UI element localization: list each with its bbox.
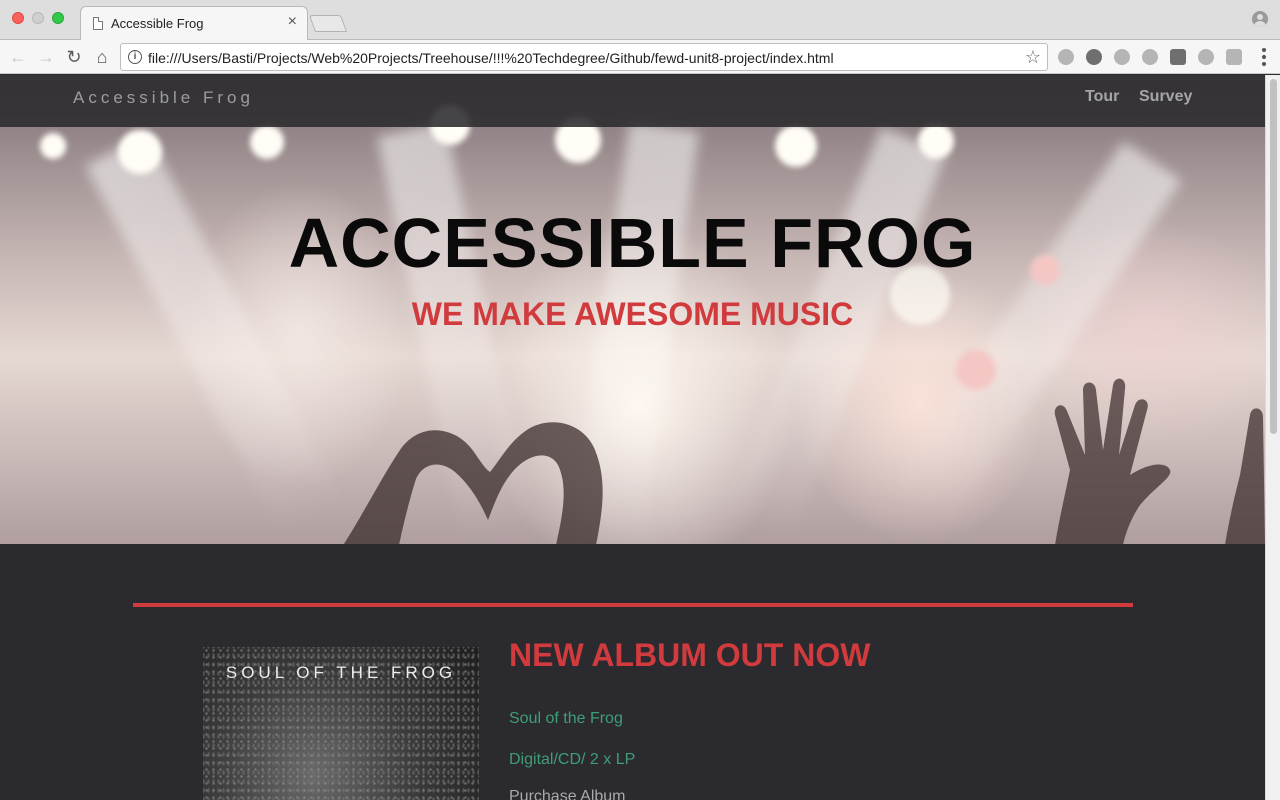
stage-light bbox=[775, 125, 817, 167]
heart-hands-silhouette bbox=[343, 422, 603, 544]
album-name-link[interactable]: Soul of the Frog bbox=[509, 710, 623, 728]
extension-icon[interactable] bbox=[1142, 49, 1158, 65]
profile-icon[interactable] bbox=[1252, 11, 1268, 27]
browser-toolbar: ← → ↻ ⌂ i file:///Users/Basti/Projects/W… bbox=[0, 40, 1280, 74]
extension-icon[interactable] bbox=[1198, 49, 1214, 65]
hero-title: ACCESSIBLE FROG bbox=[288, 204, 977, 282]
hero-section: Accessible Frog Tour Survey ACCESSIBLE F… bbox=[0, 75, 1265, 544]
bookmark-star-icon[interactable]: ☆ bbox=[1025, 47, 1041, 67]
site-navbar: Accessible Frog Tour Survey bbox=[0, 75, 1265, 127]
nav-link-tour[interactable]: Tour bbox=[1085, 88, 1119, 106]
home-icon[interactable]: ⌂ bbox=[90, 45, 114, 69]
album-cover-image: SOUL OF THE FROG bbox=[203, 647, 479, 800]
purchase-album-link[interactable]: Purchase Album bbox=[509, 788, 626, 800]
extension-icon[interactable] bbox=[1114, 49, 1130, 65]
tab-close-icon[interactable]: × bbox=[288, 14, 297, 30]
hero-subtitle: WE MAKE AWESOME MUSIC bbox=[411, 296, 854, 332]
extension-icon[interactable] bbox=[1170, 49, 1186, 65]
window-minimize-button[interactable] bbox=[32, 12, 44, 24]
nav-link-survey[interactable]: Survey bbox=[1139, 88, 1192, 106]
site-brand-link[interactable]: Accessible Frog bbox=[73, 88, 254, 108]
new-tab-button[interactable] bbox=[308, 15, 348, 32]
album-formats-link[interactable]: Digital/CD/ 2 x LP bbox=[509, 751, 635, 769]
scrollbar-thumb[interactable] bbox=[1270, 79, 1277, 434]
page-scrollbar[interactable] bbox=[1265, 75, 1280, 800]
stage-light-beam bbox=[85, 133, 345, 537]
url-text[interactable]: file:///Users/Basti/Projects/Web%20Proje… bbox=[148, 50, 834, 66]
page-icon bbox=[93, 17, 103, 30]
tab-title: Accessible Frog bbox=[111, 16, 204, 31]
forward-icon[interactable]: → bbox=[34, 45, 58, 69]
stage-light bbox=[956, 350, 996, 390]
browser-tab-active[interactable]: Accessible Frog × bbox=[80, 6, 308, 40]
album-heading: NEW ALBUM OUT NOW bbox=[509, 637, 871, 673]
stage-light bbox=[250, 125, 284, 159]
album-cover-title: SOUL OF THE FROG bbox=[225, 663, 457, 682]
reload-icon[interactable]: ↻ bbox=[62, 45, 86, 69]
extension-icon[interactable] bbox=[1226, 49, 1242, 65]
stage-light bbox=[918, 123, 954, 159]
raised-hand-silhouette bbox=[1054, 378, 1265, 544]
window-zoom-button[interactable] bbox=[52, 12, 64, 24]
section-divider bbox=[133, 603, 1133, 607]
browser-menu-icon[interactable] bbox=[1262, 48, 1266, 66]
page-viewport: Accessible Frog Tour Survey ACCESSIBLE F… bbox=[0, 75, 1265, 800]
window-close-button[interactable] bbox=[12, 12, 24, 24]
browser-tab-strip: Accessible Frog × bbox=[0, 0, 1280, 40]
stage-light bbox=[118, 130, 162, 174]
back-icon[interactable]: ← bbox=[6, 45, 30, 69]
site-info-icon[interactable]: i bbox=[128, 50, 142, 64]
extension-icon[interactable] bbox=[1086, 49, 1102, 65]
extension-icon[interactable] bbox=[1058, 49, 1074, 65]
address-bar[interactable]: i file:///Users/Basti/Projects/Web%20Pro… bbox=[120, 43, 1048, 71]
stage-light bbox=[40, 133, 66, 159]
